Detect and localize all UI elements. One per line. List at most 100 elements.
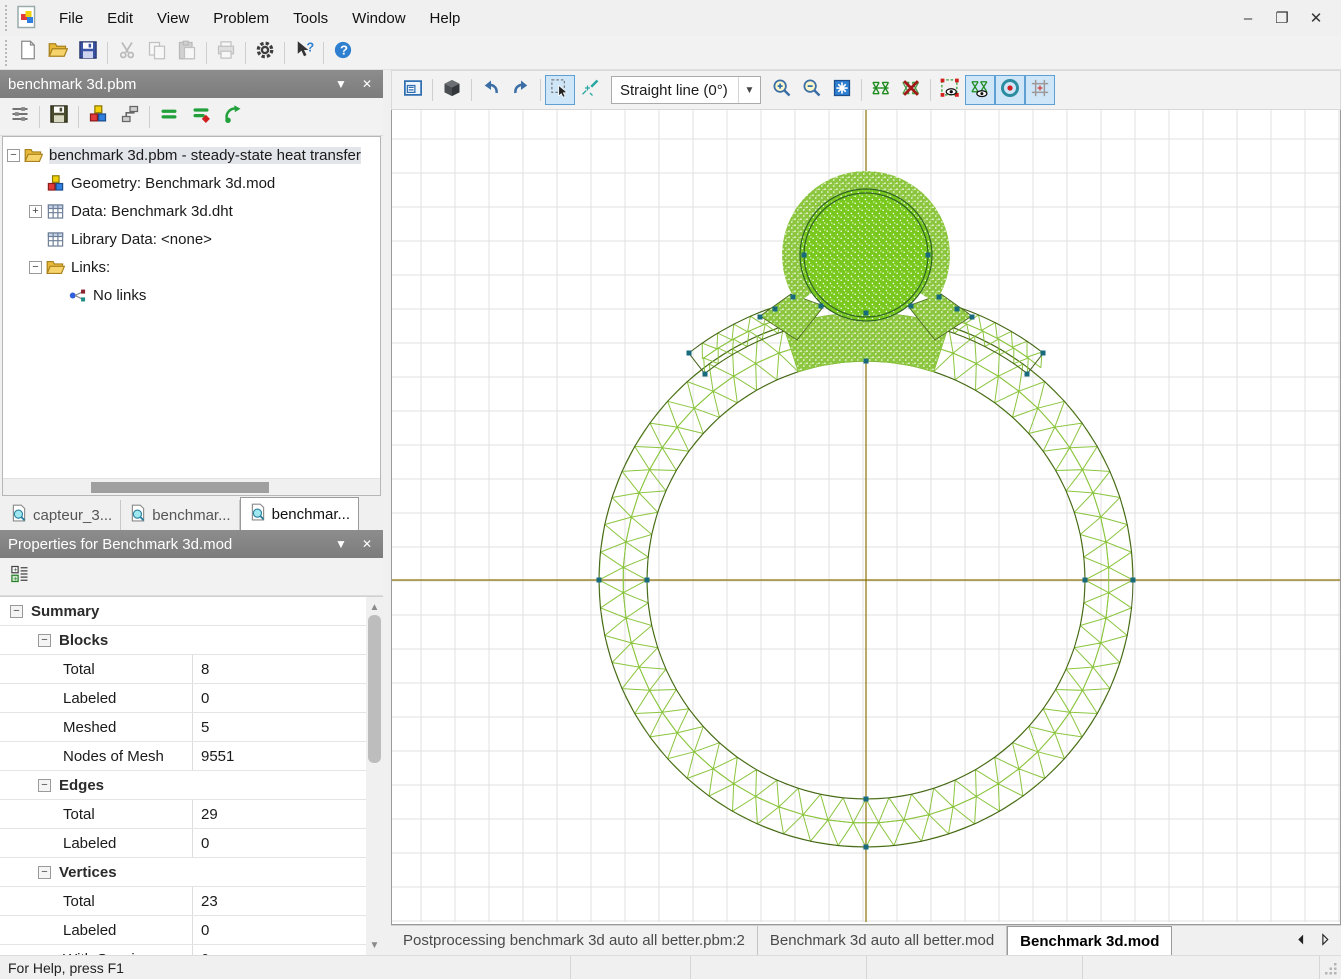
- zoom-out-button[interactable]: [797, 75, 827, 105]
- solve-green-button[interactable]: [217, 103, 249, 131]
- equals-green-button[interactable]: [153, 103, 185, 131]
- property-group-row[interactable]: −Vertices: [0, 858, 383, 887]
- property-value[interactable]: 0: [193, 835, 209, 852]
- property-group-row[interactable]: −Edges: [0, 771, 383, 800]
- tree-item[interactable]: Library Data: <none>: [7, 225, 380, 253]
- menu-tools[interactable]: Tools: [281, 4, 340, 33]
- magic-wand-button[interactable]: [575, 75, 605, 105]
- property-row[interactable]: Total23: [0, 887, 383, 916]
- restore-window-button[interactable]: ❐: [1265, 5, 1299, 31]
- property-value[interactable]: 0: [193, 951, 209, 956]
- property-row[interactable]: Labeled0: [0, 916, 383, 945]
- scrollbar-thumb[interactable]: [91, 482, 269, 493]
- collapse-box-icon[interactable]: −: [7, 149, 20, 162]
- menu-help[interactable]: Help: [418, 4, 473, 33]
- categorized-view-button[interactable]: ++: [4, 563, 36, 591]
- doc-tab-2[interactable]: Benchmark 3d auto all better.mod: [758, 926, 1007, 955]
- toolbar-separator: [930, 79, 931, 101]
- select-arrow-button[interactable]: [545, 75, 575, 105]
- selection-eye-button[interactable]: [935, 75, 965, 105]
- menu-file[interactable]: File: [47, 4, 95, 33]
- collapse-box-icon[interactable]: −: [29, 261, 42, 274]
- property-row[interactable]: Labeled0: [0, 829, 383, 858]
- model-canvas[interactable]: [391, 110, 1341, 925]
- panel-tab-1[interactable]: capteur_3...: [2, 500, 121, 530]
- property-row[interactable]: Meshed5: [0, 713, 383, 742]
- collapse-box-icon[interactable]: −: [10, 605, 23, 618]
- properties-scrollbar[interactable]: ▲▼: [366, 597, 383, 955]
- menu-view[interactable]: View: [145, 4, 201, 33]
- property-group-row[interactable]: −Blocks: [0, 626, 383, 655]
- combo-caret-icon[interactable]: ▼: [738, 77, 760, 103]
- property-row[interactable]: Total8: [0, 655, 383, 684]
- tab-next-icon[interactable]: [1318, 933, 1331, 949]
- target-dot-button[interactable]: [995, 75, 1025, 105]
- panel-props-button[interactable]: [398, 75, 428, 105]
- panel-splitter[interactable]: [383, 70, 391, 955]
- doc-tab-1[interactable]: Postprocessing benchmark 3d auto all bet…: [391, 926, 758, 955]
- panel-tab-3[interactable]: benchmar...: [240, 497, 359, 530]
- menu-window[interactable]: Window: [340, 4, 417, 33]
- property-value[interactable]: 9551: [193, 748, 234, 765]
- tree-item[interactable]: +Data: Benchmark 3d.dht: [7, 197, 380, 225]
- expand-box-icon[interactable]: +: [29, 205, 42, 218]
- zoom-fit-button[interactable]: [827, 75, 857, 105]
- property-value[interactable]: 5: [193, 719, 209, 736]
- save-floppy-button[interactable]: [73, 39, 103, 67]
- edge-type-combo[interactable]: Straight line (0°)▼: [611, 76, 761, 104]
- mesh-delete-button[interactable]: [896, 75, 926, 105]
- collapse-box-icon[interactable]: −: [38, 779, 51, 792]
- cut-scissors-button: [112, 39, 142, 67]
- property-row[interactable]: Total29: [0, 800, 383, 829]
- collapse-box-icon[interactable]: −: [38, 866, 51, 879]
- cube-3d-button[interactable]: [437, 75, 467, 105]
- tree-horizontal-scrollbar[interactable]: [3, 478, 380, 495]
- context-help-button[interactable]: ?: [289, 39, 319, 67]
- property-value[interactable]: 0: [193, 690, 209, 707]
- gear-button[interactable]: [250, 39, 280, 67]
- collapse-box-icon[interactable]: −: [38, 634, 51, 647]
- redo-arrow-button[interactable]: [506, 75, 536, 105]
- scroll-down-icon[interactable]: ▼: [366, 937, 383, 953]
- panel-close-icon[interactable]: ✕: [359, 76, 375, 92]
- panel-menu-caret-icon[interactable]: ▼: [333, 76, 349, 92]
- panel-menu-caret-icon[interactable]: ▼: [333, 536, 349, 552]
- model-vertex: [909, 304, 914, 309]
- mesh-eye-button[interactable]: [965, 75, 995, 105]
- help-circle-button[interactable]: ?: [328, 39, 358, 67]
- equals-red-button[interactable]: [185, 103, 217, 131]
- minimize-window-button[interactable]: –: [1231, 5, 1265, 31]
- property-value[interactable]: 0: [193, 922, 209, 939]
- mesh-build-button[interactable]: [866, 75, 896, 105]
- property-row[interactable]: With Spacing0: [0, 945, 383, 955]
- open-folder-button[interactable]: [43, 39, 73, 67]
- menu-edit[interactable]: Edit: [95, 4, 145, 33]
- property-row[interactable]: Labeled0: [0, 684, 383, 713]
- property-value[interactable]: 23: [193, 893, 218, 910]
- cubes-button[interactable]: [82, 103, 114, 131]
- panel-tab-2[interactable]: benchmar...: [121, 500, 239, 530]
- property-value[interactable]: 8: [193, 661, 209, 678]
- doc-tab-3[interactable]: Benchmark 3d.mod: [1007, 926, 1172, 955]
- tab-prev-icon[interactable]: [1295, 933, 1308, 949]
- mesh-delete-icon: [901, 78, 921, 103]
- close-window-button[interactable]: ✕: [1299, 5, 1333, 31]
- connector-button[interactable]: [114, 103, 146, 131]
- sliders-button[interactable]: [4, 103, 36, 131]
- undo-arrow-button[interactable]: [476, 75, 506, 105]
- menu-problem[interactable]: Problem: [201, 4, 281, 33]
- panel-close-icon[interactable]: ✕: [359, 536, 375, 552]
- scroll-up-icon[interactable]: ▲: [366, 599, 383, 615]
- grid-toggle-button[interactable]: [1025, 75, 1055, 105]
- scrollbar-thumb[interactable]: [368, 615, 381, 763]
- new-doc-button[interactable]: [13, 39, 43, 67]
- tree-item[interactable]: No links: [7, 281, 380, 309]
- property-row[interactable]: Nodes of Mesh9551: [0, 742, 383, 771]
- floppy-dark-button[interactable]: [43, 103, 75, 131]
- property-value[interactable]: 29: [193, 806, 218, 823]
- tree-item[interactable]: −benchmark 3d.pbm - steady-state heat tr…: [7, 141, 380, 169]
- zoom-in-button[interactable]: [767, 75, 797, 105]
- property-group-row[interactable]: −Summary: [0, 597, 383, 626]
- tree-item[interactable]: −Links:: [7, 253, 380, 281]
- tree-item[interactable]: Geometry: Benchmark 3d.mod: [7, 169, 380, 197]
